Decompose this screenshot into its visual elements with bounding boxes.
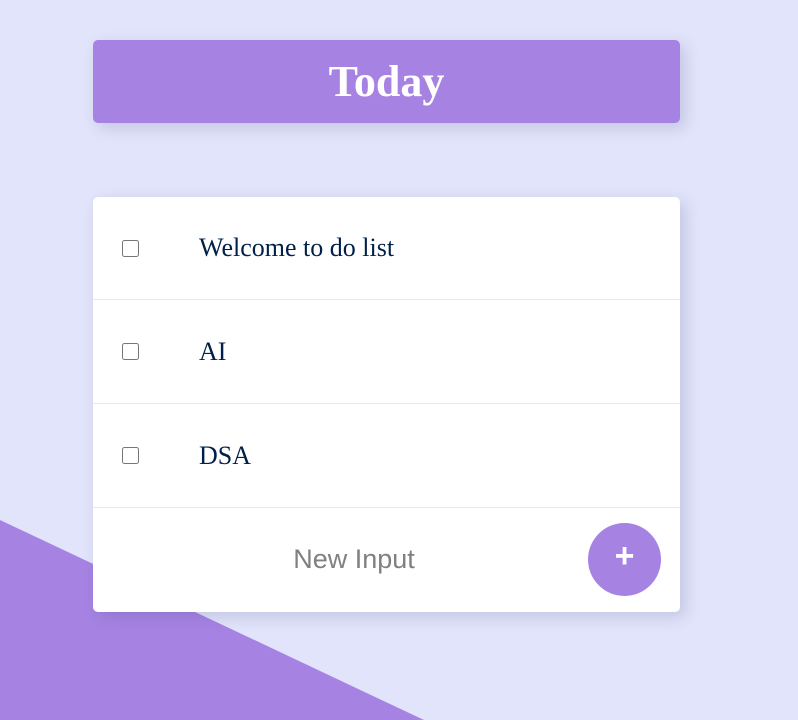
- new-item-input[interactable]: [93, 534, 615, 585]
- todo-item: DSA: [93, 404, 680, 508]
- todo-item-text: Welcome to do list: [199, 233, 395, 262]
- todo-checkbox[interactable]: [122, 447, 139, 464]
- todo-item-text: DSA: [199, 440, 252, 470]
- todo-checkbox[interactable]: [122, 343, 139, 360]
- heading-box: Today: [93, 40, 680, 123]
- todo-item: AI: [93, 300, 680, 404]
- plus-icon: +: [614, 536, 635, 575]
- todo-checkbox[interactable]: [122, 239, 139, 257]
- todo-list: Welcome to do list AI DSA +: [93, 197, 680, 612]
- add-item-button[interactable]: +: [588, 523, 661, 596]
- page-title: Today: [328, 56, 445, 106]
- todo-item: Welcome to do list: [93, 197, 680, 300]
- new-item-form: +: [93, 508, 680, 611]
- todo-item-text: AI: [199, 336, 227, 366]
